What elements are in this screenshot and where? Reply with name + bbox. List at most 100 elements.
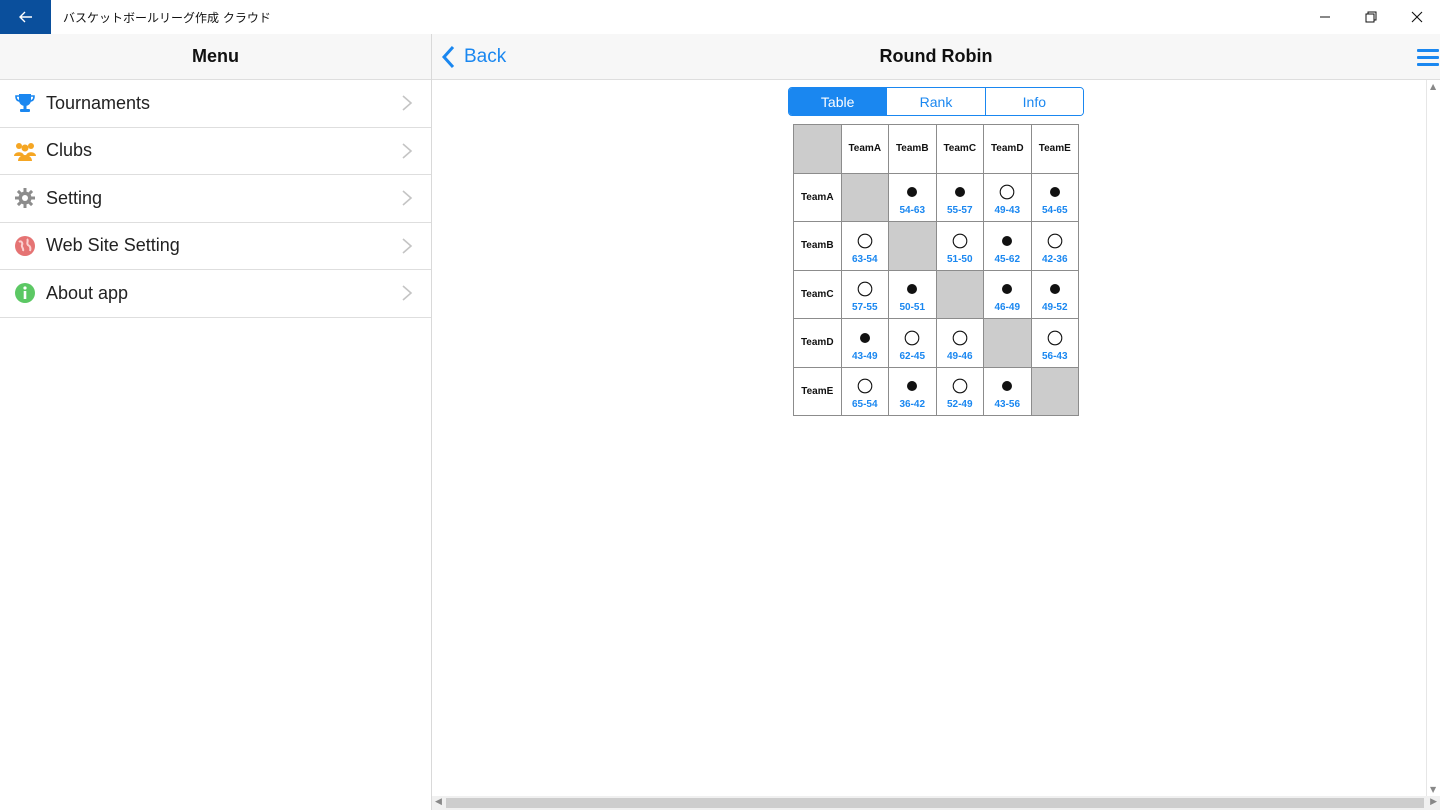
- menu-item-about-app[interactable]: About app: [0, 270, 431, 318]
- match-score: 57-55: [851, 302, 878, 314]
- hamburger-icon[interactable]: [1416, 46, 1440, 68]
- win-open-circle-icon: [904, 330, 920, 346]
- match-cell[interactable]: 49-43: [983, 172, 1032, 222]
- window-title: バスケットボールリーグ作成 クラウド: [63, 10, 271, 25]
- match-score: 62-45: [899, 350, 926, 362]
- chevron-right-icon: [402, 238, 413, 254]
- match-cell[interactable]: 43-49: [840, 318, 889, 368]
- match-cell[interactable]: 50-51: [888, 269, 937, 319]
- match-cell[interactable]: 42-36: [1030, 221, 1079, 271]
- match-score: 50-51: [899, 302, 926, 314]
- match-cell[interactable]: 57-55: [840, 269, 889, 319]
- menu-panel: Menu Tournaments Clubs Setting Web Site …: [0, 34, 432, 810]
- win-open-circle-icon: [1047, 233, 1063, 249]
- match-score: 54-63: [899, 205, 926, 217]
- match-cell[interactable]: 52-49: [935, 366, 984, 416]
- column-header: TeamB: [888, 124, 937, 174]
- back-label: Back: [464, 46, 507, 67]
- horizontal-scroll-thumb[interactable]: [446, 798, 1424, 808]
- match-cell[interactable]: 51-50: [935, 221, 984, 271]
- chevron-left-icon: [441, 45, 455, 69]
- loss-filled-circle-icon: [907, 284, 918, 295]
- tab-rank[interactable]: Rank: [887, 88, 986, 115]
- match-cell[interactable]: 43-56: [983, 366, 1032, 416]
- match-score: 49-43: [994, 205, 1021, 217]
- round-robin-table: TeamA TeamB TeamC TeamD TeamE TeamA 54-63 55-57…: [793, 124, 1079, 416]
- row-header: TeamB: [793, 221, 842, 271]
- scroll-down-icon[interactable]: ▼: [1430, 785, 1436, 794]
- win-open-circle-icon: [857, 233, 873, 249]
- match-cell[interactable]: 45-62: [983, 221, 1032, 271]
- menu-item-label: Setting: [46, 187, 103, 208]
- match-cell[interactable]: 46-49: [983, 269, 1032, 319]
- match-cell[interactable]: 54-63: [888, 172, 937, 222]
- tab-info[interactable]: Info: [985, 88, 1083, 115]
- match-score: 45-62: [994, 253, 1021, 265]
- table-row: TeamB 63-54 51-50 45-62 42-36: [793, 221, 1079, 271]
- menu-item-label: Tournaments: [46, 92, 151, 113]
- nav-bar: Back Round Robin: [432, 34, 1440, 80]
- table-corner-cell: [793, 124, 842, 174]
- match-cell[interactable]: 63-54: [840, 221, 889, 271]
- match-score: 65-54: [851, 399, 878, 411]
- minimize-button[interactable]: [1302, 0, 1348, 34]
- vertical-scrollbar[interactable]: ▲ ▼: [1426, 80, 1440, 796]
- loss-filled-circle-icon: [1002, 235, 1013, 246]
- menu-header: Menu: [0, 34, 431, 80]
- row-header: TeamC: [793, 269, 842, 319]
- loss-filled-circle-icon: [1002, 284, 1013, 295]
- loss-filled-circle-icon: [1049, 187, 1060, 198]
- match-score: 56-43: [1041, 350, 1068, 362]
- match-cell[interactable]: 65-54: [840, 366, 889, 416]
- menu-item-tournaments[interactable]: Tournaments: [0, 80, 431, 128]
- match-cell[interactable]: 56-43: [1030, 318, 1079, 368]
- window-title-bar: バスケットボールリーグ作成 クラウド: [0, 0, 1440, 34]
- menu-item-clubs[interactable]: Clubs: [0, 128, 431, 175]
- tab-table[interactable]: Table: [789, 88, 888, 115]
- match-score: 55-57: [946, 205, 973, 217]
- match-score: 42-36: [1041, 253, 1068, 265]
- chevron-right-icon: [402, 143, 413, 159]
- match-score: 49-52: [1041, 302, 1068, 314]
- match-cell[interactable]: 62-45: [888, 318, 937, 368]
- match-score: 52-49: [946, 399, 973, 411]
- table-row: TeamD 43-49 62-45 49-46 56-43: [793, 318, 1079, 368]
- self-match-cell: [983, 318, 1032, 368]
- chevron-right-icon: [402, 190, 413, 206]
- scroll-up-icon[interactable]: ▲: [1430, 82, 1436, 91]
- table-row: TeamC 57-55 50-51 46-49 49-52: [793, 269, 1079, 319]
- match-score: 43-56: [994, 399, 1021, 411]
- match-cell[interactable]: 49-46: [935, 318, 984, 368]
- win-open-circle-icon: [952, 330, 968, 346]
- scroll-right-icon[interactable]: ▶: [1430, 797, 1437, 807]
- match-score: 63-54: [851, 253, 878, 265]
- restore-button[interactable]: [1348, 0, 1394, 34]
- match-cell[interactable]: 49-52: [1030, 269, 1079, 319]
- self-match-cell: [1030, 366, 1079, 416]
- loss-filled-circle-icon: [1002, 381, 1013, 392]
- window-back-button[interactable]: [0, 0, 51, 34]
- win-open-circle-icon: [952, 233, 968, 249]
- loss-filled-circle-icon: [907, 381, 918, 392]
- horizontal-scrollbar[interactable]: ◀ ▶: [432, 796, 1440, 810]
- info-icon: [12, 280, 38, 306]
- win-open-circle-icon: [857, 378, 873, 394]
- loss-filled-circle-icon: [1049, 284, 1060, 295]
- match-score: 46-49: [994, 302, 1021, 314]
- match-cell[interactable]: 55-57: [935, 172, 984, 222]
- match-cell[interactable]: 54-65: [1030, 172, 1079, 222]
- match-cell[interactable]: 36-42: [888, 366, 937, 416]
- menu-item-web-site-setting[interactable]: Web Site Setting: [0, 223, 431, 270]
- main-panel: Back Round Robin Table Rank Info TeamA Te…: [432, 34, 1440, 810]
- match-score: 49-46: [946, 350, 973, 362]
- menu-item-label: Clubs: [46, 140, 93, 161]
- win-open-circle-icon: [952, 378, 968, 394]
- close-button[interactable]: [1394, 0, 1440, 34]
- back-button[interactable]: Back: [440, 34, 506, 80]
- win-open-circle-icon: [999, 184, 1015, 200]
- table-row: TeamA 54-63 55-57 49-43 54-65: [793, 172, 1079, 222]
- column-header: TeamA: [840, 124, 889, 174]
- scroll-left-icon[interactable]: ◀: [435, 797, 442, 807]
- menu-item-setting[interactable]: Setting: [0, 175, 431, 223]
- loss-filled-circle-icon: [907, 187, 918, 198]
